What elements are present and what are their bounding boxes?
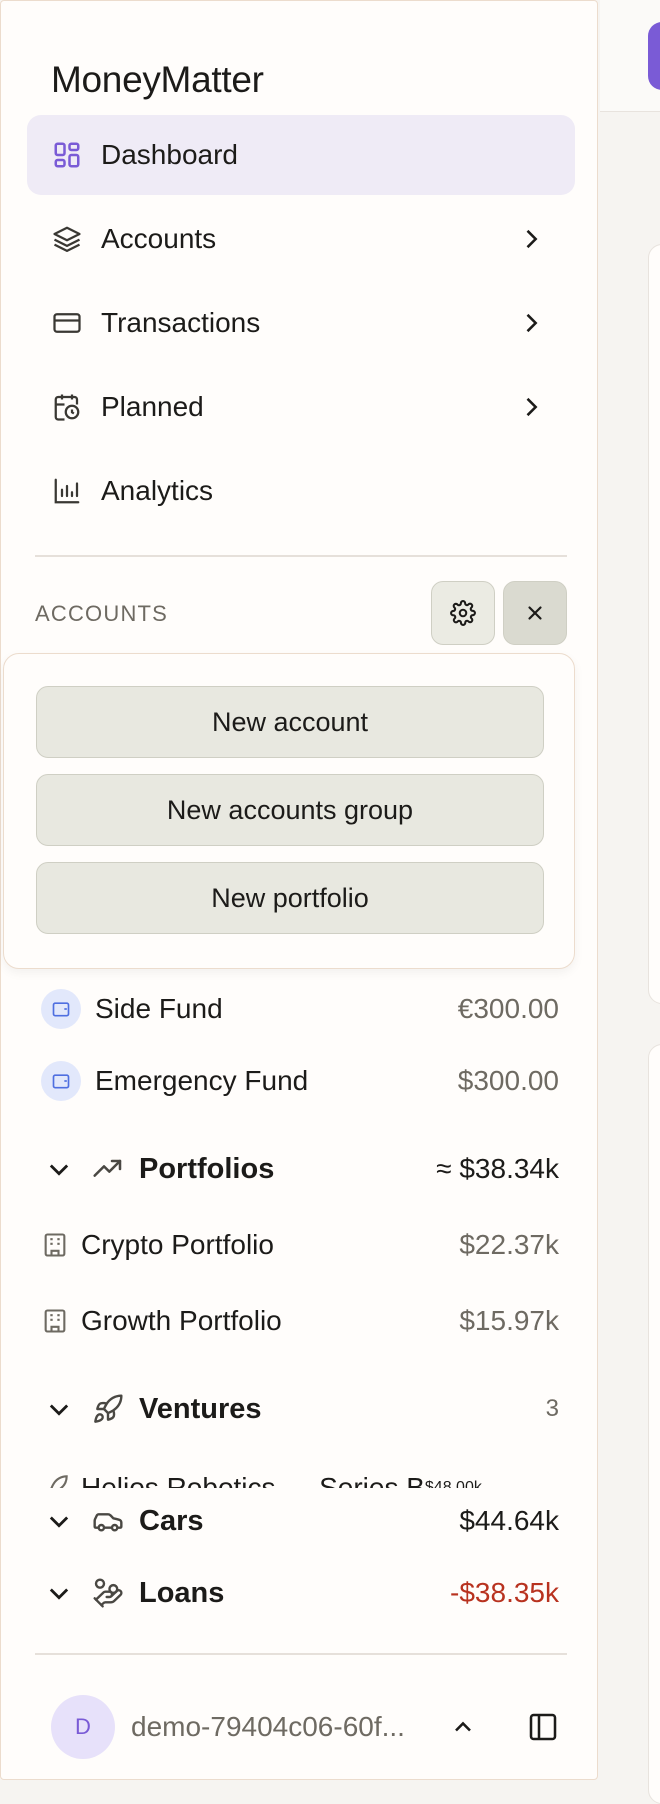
portfolio-name: Crypto Portfolio xyxy=(81,1229,274,1260)
portfolio-row-growth[interactable]: Growth Portfolio $15.97k xyxy=(41,1291,561,1351)
car-icon xyxy=(91,1504,125,1538)
nav-label: Planned xyxy=(101,391,204,422)
accounts-section-label: ACCOUNTS xyxy=(35,601,169,626)
nav-item-analytics[interactable]: Analytics xyxy=(27,451,575,531)
new-account-button[interactable]: New account xyxy=(36,686,544,758)
account-name: Emergency Fund xyxy=(95,1065,309,1096)
chevron-up-icon[interactable] xyxy=(449,1713,477,1741)
portfolio-row-crypto[interactable]: Crypto Portfolio $22.37k xyxy=(41,1215,561,1275)
group-name: Cars xyxy=(139,1504,204,1537)
wallet-icon xyxy=(41,1061,81,1101)
group-row-portfolios[interactable]: Portfolios ≈ $38.34k xyxy=(41,1139,561,1199)
account-balance: $300.00 xyxy=(457,1065,559,1096)
building-icon xyxy=(44,1309,66,1333)
new-account-menu: New account New accounts group New portf… xyxy=(3,653,575,969)
calendar-clock-icon xyxy=(51,391,83,423)
venture-balance: $48.00k xyxy=(424,1479,482,1488)
user-name[interactable]: demo-79404c06-60f... xyxy=(131,1711,405,1743)
portfolio-balance: $22.37k xyxy=(459,1229,559,1260)
app-title: MoneyMatter xyxy=(51,59,264,100)
group-count: 3 xyxy=(545,1395,559,1422)
divider xyxy=(35,555,567,557)
nav-label: Analytics xyxy=(101,475,214,506)
venture-list-clipped: Helios Robotics — Series B $48.00k xyxy=(41,1456,561,1488)
chevron-down-icon xyxy=(49,1404,69,1416)
portfolio-balance: $15.97k xyxy=(459,1305,559,1336)
nav-label: Transactions xyxy=(101,307,261,338)
account-row-side-fund[interactable]: Side Fund €300.00 xyxy=(41,979,561,1039)
main-card xyxy=(648,244,660,1004)
divider xyxy=(35,1653,567,1655)
group-name: Portfolios xyxy=(139,1152,275,1185)
account-row-emergency-fund[interactable]: Emergency Fund $300.00 xyxy=(41,1051,561,1111)
sidebar: MoneyMatter Dashboard Accounts Transacti… xyxy=(0,0,598,1780)
venture-name: Helios Robotics — Series B xyxy=(81,1472,425,1488)
chevron-down-icon xyxy=(49,1164,69,1176)
venture-row-helios[interactable]: Helios Robotics — Series B $48.00k xyxy=(41,1468,561,1488)
layers-icon xyxy=(51,223,83,255)
gear-icon xyxy=(450,600,476,626)
rocket-icon xyxy=(91,1392,125,1426)
accounts-settings-button[interactable] xyxy=(431,581,495,645)
nav-item-accounts[interactable]: Accounts xyxy=(27,199,575,279)
new-portfolio-button[interactable]: New portfolio xyxy=(36,862,544,934)
main-card xyxy=(648,1044,660,1804)
avatar[interactable]: D xyxy=(51,1695,115,1759)
credit-card-icon xyxy=(51,307,83,339)
sidebar-toggle-icon[interactable] xyxy=(527,1711,559,1743)
account-name: Side Fund xyxy=(95,993,223,1024)
nav-item-planned[interactable]: Planned xyxy=(27,367,575,447)
nav-label: Accounts xyxy=(101,223,217,254)
group-total: $44.64k xyxy=(459,1505,559,1536)
building-icon xyxy=(44,1233,66,1257)
nav-item-dashboard[interactable]: Dashboard xyxy=(27,115,575,195)
group-row-cars[interactable]: Cars $44.64k xyxy=(41,1491,561,1551)
chevron-down-icon xyxy=(49,1588,69,1600)
trending-up-icon xyxy=(91,1152,125,1186)
dashboard-grid-icon xyxy=(51,139,83,171)
rocket-icon xyxy=(50,1475,68,1488)
hand-coins-icon xyxy=(91,1576,125,1610)
portfolio-name: Growth Portfolio xyxy=(81,1305,282,1336)
nav-label: Dashboard xyxy=(101,139,238,170)
topbar-primary-button[interactable] xyxy=(648,22,660,90)
close-icon xyxy=(528,606,542,620)
accounts-close-button[interactable] xyxy=(503,581,567,645)
chevron-down-icon xyxy=(49,1516,69,1528)
chevron-right-icon xyxy=(526,229,538,249)
account-balance: €300.00 xyxy=(457,993,559,1024)
group-total: -$38.35k xyxy=(450,1577,559,1608)
nav-item-transactions[interactable]: Transactions xyxy=(27,283,575,363)
wallet-icon xyxy=(41,989,81,1029)
new-accounts-group-button[interactable]: New accounts group xyxy=(36,774,544,846)
group-total: ≈ $38.34k xyxy=(436,1153,559,1184)
bar-chart-icon xyxy=(51,475,83,507)
group-row-ventures[interactable]: Ventures 3 xyxy=(41,1379,561,1439)
group-row-loans[interactable]: Loans -$38.35k xyxy=(41,1563,561,1623)
chevron-right-icon xyxy=(526,313,538,333)
chevron-right-icon xyxy=(526,397,538,417)
group-name: Ventures xyxy=(139,1392,262,1425)
group-name: Loans xyxy=(139,1576,225,1609)
